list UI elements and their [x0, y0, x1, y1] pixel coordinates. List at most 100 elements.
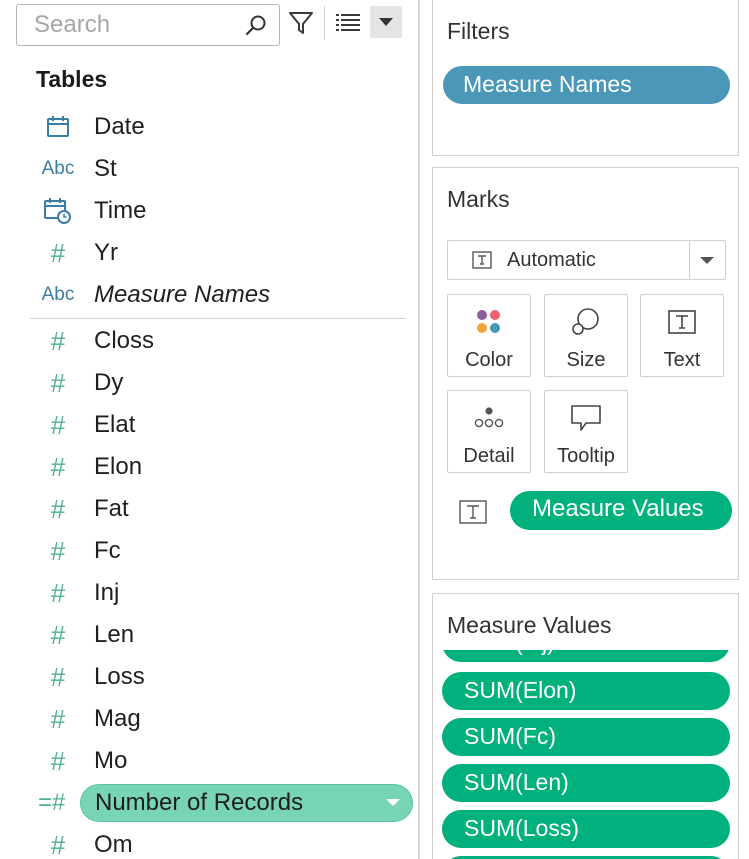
- measure-values-shelf: Measure Values SUM(Inj) SUM(Elon) SUM(Fc…: [432, 593, 739, 859]
- number-icon: #: [50, 367, 66, 398]
- field-om[interactable]: # Om: [30, 825, 410, 859]
- measure-pill[interactable]: SUM(Elon): [442, 672, 730, 710]
- number-icon: #: [50, 451, 66, 482]
- measure-values-title: Measure Values: [447, 612, 612, 638]
- field-inj[interactable]: # Inj: [30, 573, 410, 613]
- data-pane: Tables Date Abc St Time # Yr Abc Measure…: [0, 0, 420, 859]
- marks-text-row: Measure Values: [447, 491, 732, 531]
- size-icon: [545, 305, 627, 339]
- field-yr[interactable]: # Yr: [30, 233, 410, 273]
- field-label: Yr: [94, 239, 118, 266]
- marks-title: Marks: [447, 186, 510, 212]
- datetime-icon: [30, 191, 86, 231]
- calculated-number-icon: =#: [38, 789, 66, 816]
- field-fat[interactable]: # Fat: [30, 489, 410, 529]
- field-label: Time: [94, 197, 147, 224]
- tooltip-label: Tooltip: [557, 445, 615, 467]
- chevron-down-icon[interactable]: [386, 799, 400, 806]
- abc-string-icon: Abc: [41, 158, 75, 179]
- field-label: Date: [94, 113, 145, 140]
- field-mo[interactable]: # Mo: [30, 741, 410, 781]
- text-mark-icon[interactable]: [459, 500, 487, 524]
- search-box[interactable]: [16, 4, 280, 46]
- filter-pill-measure-names[interactable]: Measure Names: [443, 66, 730, 104]
- field-label: Mo: [94, 747, 128, 774]
- marks-card: Marks Automatic Color Size Text Detail T…: [432, 167, 739, 580]
- calendar-icon: [30, 107, 86, 147]
- pane-splitter[interactable]: [418, 0, 420, 859]
- tables-heading: Tables: [36, 66, 108, 92]
- number-icon: #: [50, 619, 66, 650]
- field-label: Len: [94, 621, 135, 648]
- size-button[interactable]: Size: [544, 294, 628, 377]
- field-label: Inj: [94, 579, 120, 606]
- tooltip-icon: [545, 401, 627, 435]
- field-closs[interactable]: # Closs: [30, 321, 410, 361]
- section-divider: [30, 318, 406, 319]
- search-input[interactable]: [17, 5, 237, 45]
- detail-button[interactable]: Detail: [447, 390, 531, 473]
- field-label: Mag: [94, 705, 141, 732]
- field-label: Loss: [94, 663, 145, 690]
- mark-type-label: Automatic: [507, 249, 596, 271]
- measure-values-list[interactable]: SUM(Inj) SUM(Elon) SUM(Fc) SUM(Len) SUM(…: [433, 650, 738, 859]
- filters-title: Filters: [447, 18, 510, 44]
- abc-string-icon: Abc: [41, 284, 75, 305]
- toolbar-separator: [324, 6, 325, 40]
- number-icon: #: [50, 745, 66, 776]
- text-icon: [641, 305, 723, 339]
- mark-type-dropdown[interactable]: Automatic: [447, 240, 726, 280]
- measure-pill[interactable]: SUM(Loss): [442, 810, 730, 848]
- field-number-of-records[interactable]: Number of Records: [80, 784, 413, 822]
- field-label: St: [94, 155, 117, 182]
- field-measure-names[interactable]: Abc Measure Names: [30, 275, 410, 315]
- measure-pill-partial[interactable]: SUM(Inj): [442, 650, 730, 662]
- field-mag[interactable]: # Mag: [30, 699, 410, 739]
- field-len[interactable]: # Len: [30, 615, 410, 655]
- field-label: Number of Records: [95, 789, 304, 816]
- detail-label: Detail: [463, 445, 515, 467]
- field-label: Elon: [94, 453, 143, 480]
- list-view-icon[interactable]: [332, 4, 364, 42]
- number-icon: #: [50, 493, 66, 524]
- field-label: Measure Names: [94, 281, 271, 308]
- field-fc[interactable]: # Fc: [30, 531, 410, 571]
- detail-icon: [448, 401, 530, 435]
- text-button[interactable]: Text: [640, 294, 724, 377]
- color-button[interactable]: Color: [447, 294, 531, 377]
- field-elon[interactable]: # Elon: [30, 447, 410, 487]
- number-icon: #: [50, 703, 66, 734]
- field-time[interactable]: Time: [30, 191, 410, 231]
- number-icon: #: [50, 409, 66, 440]
- size-label: Size: [566, 349, 606, 371]
- measure-values-pill[interactable]: Measure Values: [510, 491, 732, 530]
- search-icon[interactable]: [245, 14, 267, 36]
- number-icon: #: [50, 325, 66, 356]
- measure-pill[interactable]: SUM(Len): [442, 764, 730, 802]
- field-dy[interactable]: # Dy: [30, 363, 410, 403]
- tooltip-button[interactable]: Tooltip: [544, 390, 628, 473]
- field-loss[interactable]: # Loss: [30, 657, 410, 697]
- chevron-down-icon[interactable]: [370, 6, 402, 38]
- number-icon: #: [50, 661, 66, 692]
- field-label: Fat: [94, 495, 129, 522]
- filters-shelf[interactable]: Filters Measure Names: [432, 0, 739, 156]
- dropdown-separator: [689, 241, 690, 279]
- text-label: Text: [663, 349, 701, 371]
- color-icon: [448, 305, 530, 339]
- filter-icon[interactable]: [284, 4, 318, 42]
- field-label: Om: [94, 831, 133, 858]
- field-label: Fc: [94, 537, 121, 564]
- number-icon: #: [50, 535, 66, 566]
- field-date[interactable]: Date: [30, 107, 410, 147]
- field-label: Dy: [94, 369, 124, 396]
- measure-pill[interactable]: SUM(Fc): [442, 718, 730, 756]
- color-label: Color: [465, 349, 513, 371]
- number-icon: #: [50, 577, 66, 608]
- field-label: Closs: [94, 327, 155, 354]
- field-elat[interactable]: # Elat: [30, 405, 410, 445]
- chevron-down-icon[interactable]: [700, 257, 714, 264]
- number-icon: #: [50, 829, 66, 859]
- number-icon: #: [50, 237, 66, 268]
- field-st[interactable]: Abc St: [30, 149, 410, 189]
